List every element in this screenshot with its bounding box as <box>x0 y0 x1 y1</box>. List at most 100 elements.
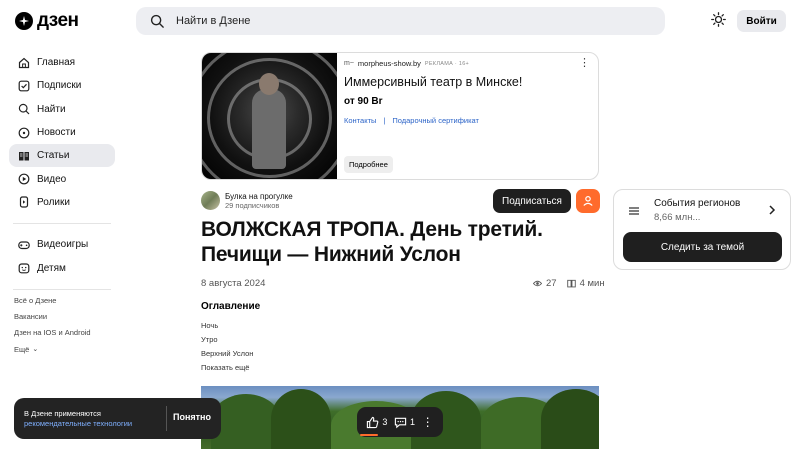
sidebar-footer: Всё о Дзене Вакансии Дзен на IOS и Andro… <box>14 292 91 358</box>
footer-more-label: Ещё <box>14 344 30 354</box>
comment-icon <box>394 417 407 428</box>
add-person-button[interactable] <box>576 189 600 213</box>
sidebar-item-label: Детям <box>37 262 66 274</box>
ad-links: Контакты | Подарочный сертификат <box>344 116 590 125</box>
topic-title: События регионов <box>654 198 741 209</box>
search-icon <box>150 14 164 28</box>
recommendation-toast: В Дзене применяются рекомендательные тех… <box>14 398 221 439</box>
video-icon <box>18 173 30 185</box>
chevron-down-icon: ⌄ <box>32 346 39 354</box>
gamepad-icon <box>18 241 30 249</box>
toast-text: В Дзене применяются рекомендательные тех… <box>24 409 164 429</box>
comments-count: 1 <box>410 417 416 427</box>
article-action-bar: 3 1 ⋮ <box>357 407 443 437</box>
ad-link-certificate[interactable]: Подарочный сертификат <box>392 116 479 125</box>
ad-title[interactable]: Иммерсивный театр в Минске! <box>344 75 590 89</box>
sidebar-item-label: Новости <box>37 127 76 139</box>
sidebar-divider <box>13 223 111 225</box>
news-icon <box>18 127 30 138</box>
ad-link-contacts[interactable]: Контакты <box>344 116 376 125</box>
sidebar-item-articles[interactable]: Статьи <box>9 144 115 168</box>
subscriptions-icon <box>18 80 30 92</box>
ad-link-separator: | <box>383 116 386 125</box>
eye-icon <box>533 280 542 287</box>
like-indicator <box>360 434 378 436</box>
sidebar-item-label: Ролики <box>37 196 70 208</box>
channel-subscribers: 29 подписчиков <box>225 201 280 210</box>
like-button[interactable]: 3 <box>366 416 387 429</box>
add-person-icon <box>583 195 593 206</box>
footer-link-about[interactable]: Всё о Дзене <box>14 292 91 308</box>
follow-topic-button[interactable]: Следить за темой <box>623 232 782 262</box>
toc-item[interactable]: Верхний Услон <box>201 346 253 360</box>
ad-details-button[interactable]: Подробнее <box>344 156 393 173</box>
toast-divider <box>166 406 167 431</box>
search-input[interactable]: Найти в Дзене <box>176 15 250 27</box>
channel-avatar[interactable] <box>201 191 220 210</box>
article-date: 8 августа 2024 <box>201 278 266 289</box>
toast-ok-button[interactable]: Понятно <box>173 412 211 422</box>
topic-card[interactable]: События регионов 8,66 млн... Следить за … <box>613 189 791 270</box>
ad-label: РЕКЛАМА · 16+ <box>424 60 470 67</box>
read-time: 4 мин <box>579 278 605 289</box>
kids-icon <box>18 263 30 274</box>
toast-message: В Дзене применяются <box>24 409 101 418</box>
sidebar-item-kids[interactable]: Детям <box>9 256 115 279</box>
views-count: 27 <box>546 278 557 289</box>
toc-show-more[interactable]: Показать ещё <box>201 360 253 374</box>
toc-item[interactable]: Утро <box>201 332 253 346</box>
channel-name[interactable]: Булка на прогулке <box>225 192 293 201</box>
ad-price: от 90 Br <box>344 96 383 107</box>
sidebar-item-label: Статьи <box>37 150 70 162</box>
menu-icon <box>629 207 639 215</box>
sidebar-item-label: Подписки <box>37 80 82 92</box>
sidebar-item-news[interactable]: Новости <box>9 121 115 144</box>
sidebar-item-search[interactable]: Найти <box>9 98 115 121</box>
dzen-logo[interactable]: дзен <box>15 10 79 32</box>
sidebar-item-label: Найти <box>37 103 66 115</box>
more-vertical-icon[interactable]: ⋮ <box>579 58 590 69</box>
sidebar-item-label: Главная <box>37 57 76 69</box>
article-title: ВОЛЖСКАЯ ТРОПА. День третий. Печищи — Ни… <box>201 218 543 266</box>
article-stats: 27 4 мин <box>533 278 605 289</box>
search-icon <box>18 104 30 115</box>
login-button[interactable]: Войти <box>737 10 786 32</box>
ad-source-name: morpheus-show.by <box>357 59 421 68</box>
search-bar[interactable]: Найти в Дзене <box>136 7 665 35</box>
sidebar-item-videogames[interactable]: Видеоигры <box>9 233 115 256</box>
sidebar-item-shorts[interactable]: Ролики <box>9 191 115 214</box>
ad-source-logo-icon: m~ <box>344 60 354 67</box>
sidebar-item-home[interactable]: Главная <box>9 51 115 74</box>
book-icon <box>566 279 576 288</box>
logo-text: дзен <box>37 10 79 31</box>
sidebar-item-label: Видеоигры <box>37 239 89 251</box>
sun-icon[interactable] <box>711 12 726 27</box>
articles-icon <box>19 151 29 161</box>
footer-link-apps[interactable]: Дзен на IOS и Android <box>14 325 91 341</box>
home-icon <box>18 57 30 68</box>
sidebar-nav: Главная Подписки Найти Новости Статьи Ви… <box>9 51 115 299</box>
ad-image <box>202 53 337 179</box>
table-of-contents: Ночь Утро Верхний Услон Показать ещё <box>201 318 253 374</box>
sidebar-item-subscriptions[interactable]: Подписки <box>9 74 115 97</box>
shorts-icon <box>19 196 29 209</box>
thumbs-up-icon <box>367 416 379 428</box>
likes-count: 3 <box>382 417 388 427</box>
footer-link-vacancies[interactable]: Вакансии <box>14 308 91 324</box>
toast-link[interactable]: рекомендательные технологии <box>24 419 132 428</box>
sidebar-item-label: Видео <box>37 173 67 185</box>
sidebar-item-video[interactable]: Видео <box>9 167 115 190</box>
subscribe-button[interactable]: Подписаться <box>493 189 571 213</box>
ad-content: m~ morpheus-show.by РЕКЛАМА · 16+ Иммерс… <box>344 59 590 125</box>
toc-title: Оглавление <box>201 301 261 312</box>
ad-source[interactable]: m~ morpheus-show.by РЕКЛАМА · 16+ <box>344 59 590 68</box>
topic-subtitle: 8,66 млн... <box>654 212 701 223</box>
more-vertical-icon[interactable]: ⋮ <box>422 415 434 429</box>
toc-item[interactable]: Ночь <box>201 318 253 332</box>
sidebar-divider <box>13 288 111 290</box>
chevron-right-icon[interactable] <box>768 205 776 215</box>
dzen-logo-icon <box>15 12 33 30</box>
ad-banner[interactable]: m~ morpheus-show.by РЕКЛАМА · 16+ Иммерс… <box>201 52 599 180</box>
comments-button[interactable]: 1 <box>394 416 415 429</box>
footer-link-more[interactable]: Ещё ⌄ <box>14 341 91 357</box>
